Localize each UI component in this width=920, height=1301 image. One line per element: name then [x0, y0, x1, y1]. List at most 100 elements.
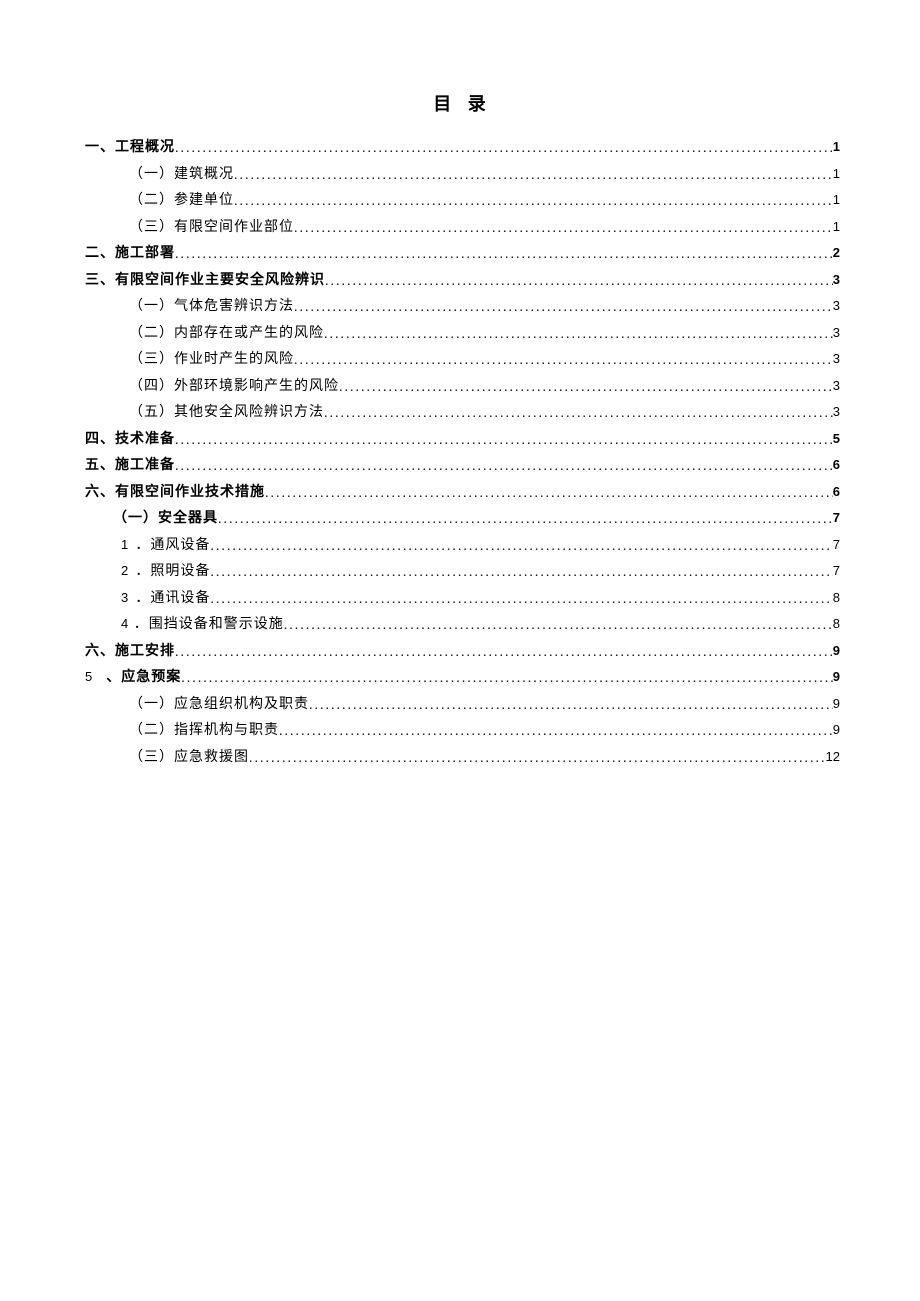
toc-leader — [324, 328, 833, 342]
toc-label: （二）参建单位 — [129, 194, 234, 208]
toc-leader — [249, 752, 826, 766]
toc-leader — [175, 646, 833, 660]
toc-label: （四）外部环境影响产生的风险 — [129, 380, 339, 394]
toc-page-number: 6 — [833, 485, 840, 498]
toc-leader — [175, 248, 833, 262]
toc-page-number: 12 — [826, 750, 840, 763]
toc-entry: 1．通风设备 7 — [85, 538, 840, 553]
toc-entry: 2．照明设备 7 — [85, 564, 840, 579]
toc-label: ．围挡设备和警示设施 — [134, 618, 284, 632]
toc-entry: （二）内部存在或产生的风险 3 — [85, 326, 840, 341]
toc-label: ．照明设备 — [135, 565, 210, 579]
toc-page-number: 3 — [833, 352, 840, 365]
toc-leader — [218, 513, 833, 527]
toc-label: ．通讯设备 — [135, 592, 210, 606]
toc-leader — [175, 142, 833, 156]
toc-label: 三、有限空间作业主要安全风险辨识 — [85, 274, 325, 288]
toc-page-number: 3 — [833, 326, 840, 339]
toc-leader — [294, 222, 833, 236]
toc-label: （二）内部存在或产生的风险 — [129, 327, 324, 341]
toc-label: （三）应急救援图 — [129, 751, 249, 765]
toc-page-number: 9 — [833, 697, 840, 710]
toc-page-number: 1 — [833, 220, 840, 233]
toc-leader — [265, 487, 833, 501]
toc-leader — [279, 725, 833, 739]
toc-leader — [339, 381, 833, 395]
toc-leader — [294, 301, 833, 315]
toc-label: ．通风设备 — [135, 539, 210, 553]
toc-entry: （三）有限空间作业部位 1 — [85, 220, 840, 235]
toc-leader — [309, 699, 833, 713]
toc-page-number: 7 — [833, 511, 840, 524]
toc-entry: 4．围挡设备和警示设施8 — [85, 617, 840, 632]
table-of-contents: 一、工程概况 1 （一）建筑概况 1 （二）参建单位 1 （三）有限空间作业部位 1 二、施工部… — [85, 140, 840, 765]
toc-label: （一）应急组织机构及职责 — [129, 698, 309, 712]
toc-leader — [175, 460, 833, 474]
toc-label: 、应急预案 — [106, 671, 181, 685]
toc-entry: 五、施工准备 6 — [85, 458, 840, 473]
toc-entry: 5 、应急预案 9 — [85, 670, 840, 685]
toc-label: 六、施工安排 — [85, 645, 175, 659]
toc-label: 六、有限空间作业技术措施 — [85, 486, 265, 500]
toc-leader — [325, 275, 833, 289]
toc-entry: （四）外部环境影响产生的风险 3 — [85, 379, 840, 394]
toc-number: 1 — [121, 538, 135, 551]
toc-number: 2 — [121, 564, 135, 577]
toc-label: （三）有限空间作业部位 — [129, 221, 294, 235]
toc-label: 五、施工准备 — [85, 459, 175, 473]
toc-leader — [284, 619, 833, 633]
toc-page-number: 1 — [833, 140, 840, 153]
toc-page-number: 2 — [833, 246, 840, 259]
toc-page-number: 1 — [833, 193, 840, 206]
toc-label: （三）作业时产生的风险 — [129, 353, 294, 367]
toc-entry: （三）作业时产生的风险 3 — [85, 352, 840, 367]
toc-number: 3 — [121, 591, 135, 604]
toc-entry: （二）指挥机构与职责 9 — [85, 723, 840, 738]
toc-entry: 六、有限空间作业技术措施 6 — [85, 485, 840, 500]
toc-leader — [210, 566, 832, 580]
toc-label: （一）安全器具 — [113, 512, 218, 526]
toc-entry: 一、工程概况 1 — [85, 140, 840, 155]
toc-page-number: 9 — [833, 723, 840, 736]
toc-entry: 三、有限空间作业主要安全风险辨识 3 — [85, 273, 840, 288]
toc-leader — [294, 354, 833, 368]
toc-page-number: 3 — [833, 299, 840, 312]
toc-entry: 二、施工部署 2 — [85, 246, 840, 261]
toc-entry: 六、施工安排 9 — [85, 644, 840, 659]
toc-entry: （五）其他安全风险辨识方法 3 — [85, 405, 840, 420]
toc-page-number: 6 — [833, 458, 840, 471]
toc-page-number: 8 — [833, 591, 840, 604]
toc-entry: （一）建筑概况 1 — [85, 167, 840, 182]
toc-leader — [210, 593, 832, 607]
toc-entry: 四、技术准备 5 — [85, 432, 840, 447]
toc-leader — [234, 195, 833, 209]
toc-page-number: 9 — [833, 670, 840, 683]
toc-page-number: 3 — [833, 273, 840, 286]
toc-label: （二）指挥机构与职责 — [129, 724, 279, 738]
toc-page-number: 5 — [833, 432, 840, 445]
toc-entry: （一）气体危害辨识方法 3 — [85, 299, 840, 314]
toc-leader — [175, 434, 833, 448]
toc-page-number: 1 — [833, 167, 840, 180]
toc-page-number: 9 — [833, 644, 840, 657]
toc-label: 四、技术准备 — [85, 433, 175, 447]
toc-label: （五）其他安全风险辨识方法 — [129, 406, 324, 420]
toc-page-number: 7 — [833, 538, 840, 551]
document-page: 目 录 一、工程概况 1 （一）建筑概况 1 （二）参建单位 1 （三）有限空间作业部位 1 二… — [0, 0, 920, 1301]
toc-entry: （一）安全器具 7 — [85, 511, 840, 526]
toc-label: （一）气体危害辨识方法 — [129, 300, 294, 314]
toc-page-number: 3 — [833, 405, 840, 418]
toc-label: （一）建筑概况 — [129, 168, 234, 182]
toc-page-number: 7 — [833, 564, 840, 577]
toc-leader — [181, 672, 833, 686]
toc-entry: （二）参建单位 1 — [85, 193, 840, 208]
page-title: 目 录 — [85, 90, 840, 116]
toc-leader — [234, 169, 833, 183]
toc-entry: （一）应急组织机构及职责 9 — [85, 697, 840, 712]
toc-label: 二、施工部署 — [85, 247, 175, 261]
toc-page-number: 3 — [833, 379, 840, 392]
toc-entry: （三）应急救援图 12 — [85, 750, 840, 765]
toc-number: 4 — [121, 617, 134, 630]
toc-number: 5 — [85, 670, 92, 683]
toc-label: 一、工程概况 — [85, 141, 175, 155]
